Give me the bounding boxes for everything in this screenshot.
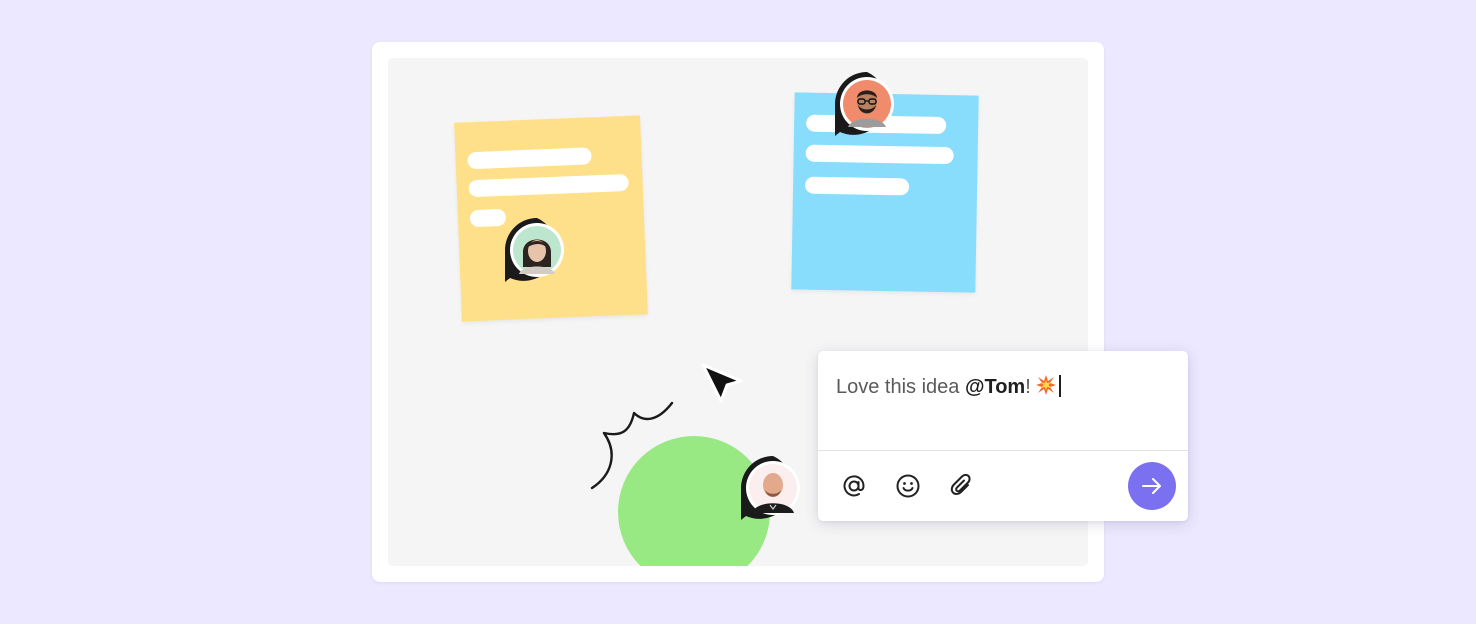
- avatar-woman-icon[interactable]: [504, 217, 570, 283]
- text-caret: [1058, 375, 1061, 397]
- comment-text-end: !: [1025, 376, 1031, 398]
- sticky-text-line: [804, 176, 910, 196]
- avatar-man-glasses-icon[interactable]: [834, 71, 900, 137]
- cursor-arrow-icon: [701, 363, 743, 403]
- sticky-text-line: [469, 208, 507, 228]
- send-button[interactable]: [1128, 462, 1176, 510]
- sticky-text-line: [805, 144, 954, 165]
- sticky-text-line: [467, 147, 592, 170]
- sticky-text-line: [468, 173, 629, 198]
- scribble-drawing[interactable]: [588, 393, 688, 503]
- arrow-right-icon: [1142, 478, 1161, 494]
- comment-input[interactable]: Love this idea @Tom!: [836, 373, 1061, 404]
- avatar-man-bald-icon[interactable]: [740, 455, 806, 521]
- comment-text: Love this idea: [836, 376, 965, 398]
- comment-composer: Love this idea @Tom!: [818, 351, 1188, 521]
- smiley-icon[interactable]: [894, 472, 922, 500]
- collision-emoji-icon: [1035, 374, 1057, 404]
- composer-divider: [818, 450, 1188, 451]
- paperclip-icon[interactable]: [948, 472, 976, 500]
- mention-tag[interactable]: @Tom: [965, 376, 1025, 398]
- at-sign-icon[interactable]: [840, 472, 868, 500]
